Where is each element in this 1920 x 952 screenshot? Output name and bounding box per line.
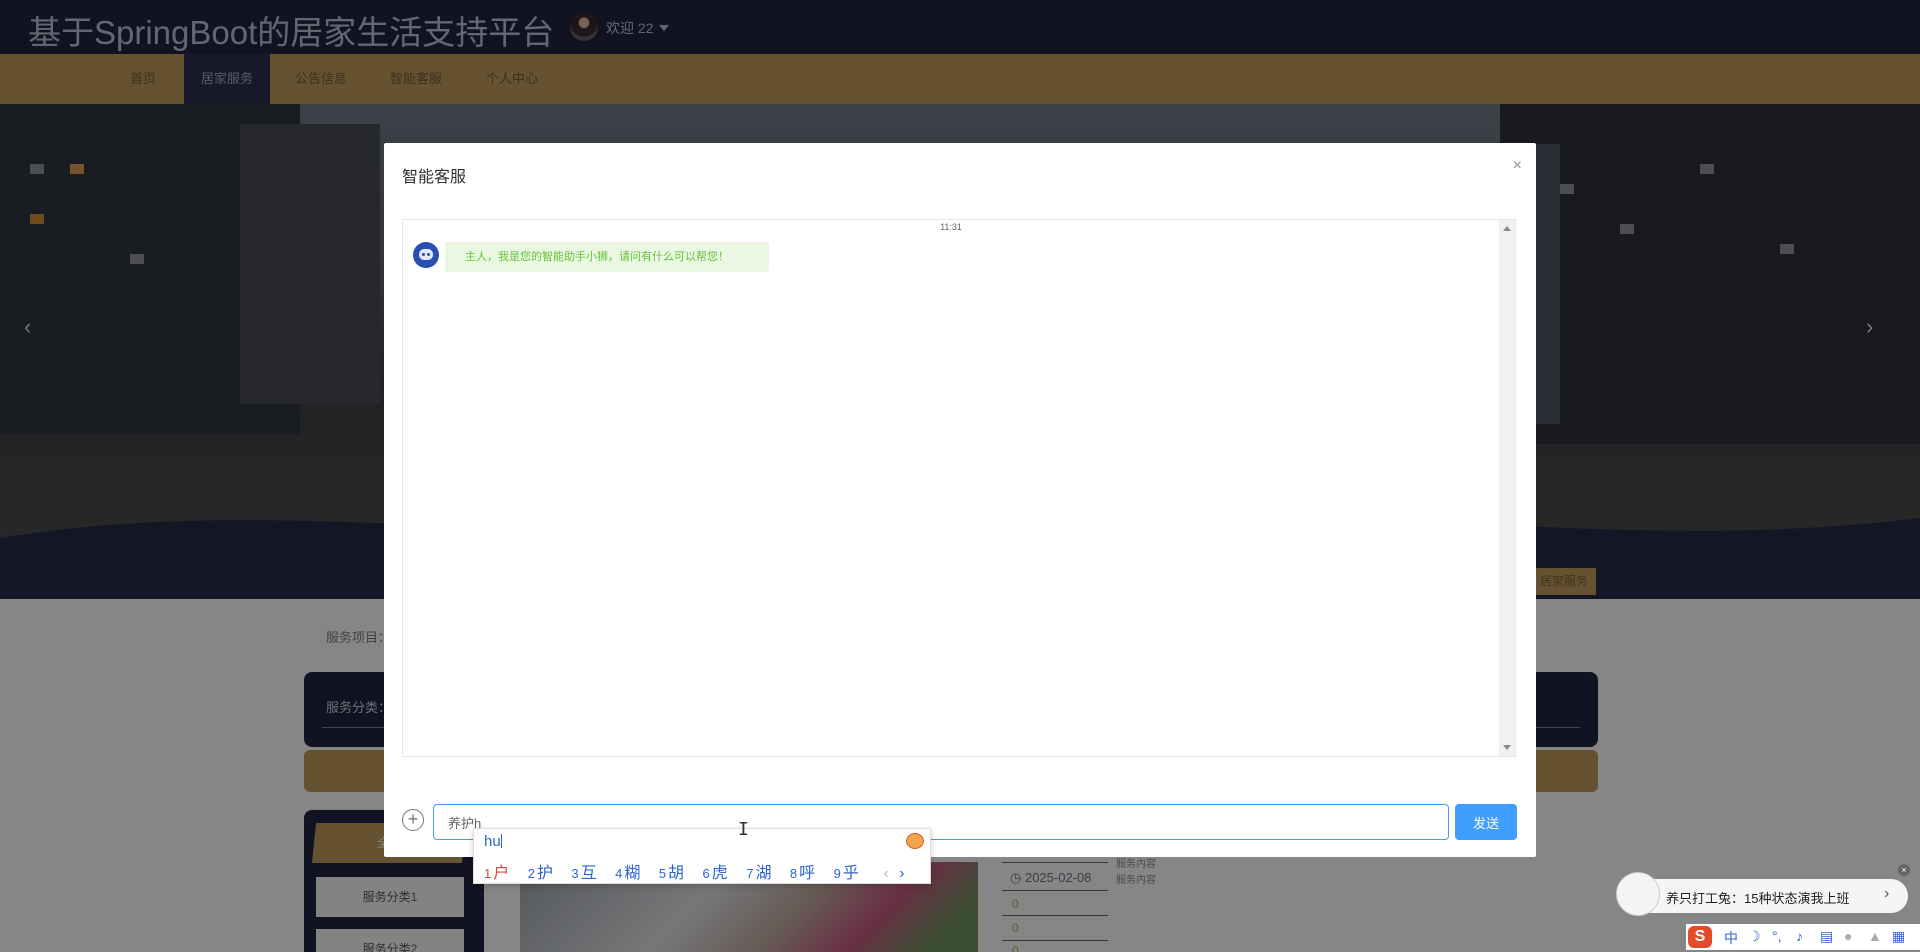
promo-text: 养只打工兔：15种状态演我上班 <box>1666 891 1850 906</box>
user-icon[interactable]: ● <box>1844 928 1852 944</box>
dialog-title: 智能客服 <box>402 169 467 186</box>
scrollbar[interactable] <box>1499 220 1515 756</box>
candidate-text: 呼 <box>799 865 816 882</box>
ime-composition-text: hu <box>484 833 501 850</box>
candidate-number: 9 <box>833 866 841 881</box>
grid-icon[interactable]: ▦ <box>1892 928 1905 945</box>
close-icon[interactable]: × <box>1513 157 1522 175</box>
ime-next-icon[interactable]: › <box>899 865 904 883</box>
ime-candidate[interactable]: 1户 <box>484 859 509 883</box>
ime-candidate[interactable]: 5胡 <box>659 859 684 883</box>
candidate-number: 6 <box>702 866 710 881</box>
ime-candidate[interactable]: 8呼 <box>790 859 815 883</box>
candidate-number: 7 <box>746 866 754 881</box>
ime-candidate[interactable]: 3互 <box>571 859 596 883</box>
moon-icon[interactable]: ☽ <box>1748 928 1761 945</box>
ime-candidate[interactable]: 9乎 <box>834 859 859 883</box>
microphone-icon[interactable]: ♪ <box>1796 928 1803 944</box>
ime-candidates: 1户 2护 3互 4糊 5胡 6虎 7湖 8呼 9乎 ‹ › <box>484 859 904 883</box>
message-time: 11:31 <box>940 222 962 232</box>
candidate-number: 4 <box>615 866 623 881</box>
candidate-number: 1 <box>484 866 492 881</box>
robot-eye <box>422 253 425 256</box>
candidate-text: 户 <box>493 865 510 882</box>
bot-avatar <box>413 242 439 268</box>
ime-candidate[interactable]: 7湖 <box>746 859 771 883</box>
candidate-text: 糊 <box>624 865 641 882</box>
send-button[interactable]: 发送 <box>1455 804 1517 840</box>
ime-skin-icon[interactable] <box>906 833 924 849</box>
ime-candidate[interactable]: 6虎 <box>703 859 728 883</box>
punctuation-icon[interactable]: °, <box>1772 928 1782 944</box>
chevron-right-icon[interactable]: › <box>1884 885 1889 903</box>
candidate-text: 胡 <box>668 865 685 882</box>
keyboard-icon[interactable]: ▤ <box>1820 928 1833 945</box>
ime-prev-icon[interactable]: ‹ <box>883 865 888 883</box>
candidate-text: 护 <box>536 865 553 882</box>
candidate-text: 互 <box>580 865 597 882</box>
scroll-up-icon[interactable] <box>1503 226 1511 231</box>
rabbit-mascot-icon <box>1616 872 1660 916</box>
ime-candidate[interactable]: 4糊 <box>615 859 640 883</box>
candidate-number: 2 <box>527 866 535 881</box>
shirt-icon[interactable]: ▲ <box>1868 928 1882 944</box>
robot-eye <box>427 253 430 256</box>
scroll-down-icon[interactable] <box>1503 745 1511 750</box>
chat-history[interactable]: 11:31 主人，我是您的智能助手小狮，请问有什么可以帮您！ <box>402 219 1516 757</box>
ime-candidate[interactable]: 2护 <box>528 859 553 883</box>
ime-language-toggle[interactable]: 中 <box>1724 928 1738 948</box>
sogou-logo-icon[interactable]: S <box>1688 926 1712 948</box>
ime-caret <box>500 834 502 848</box>
candidate-text: 虎 <box>711 865 728 882</box>
text-cursor-icon: I <box>738 819 749 840</box>
chat-dialog: 智能客服 × 11:31 主人，我是您的智能助手小狮，请问有什么可以帮您！ + … <box>384 143 1536 857</box>
candidate-text: 乎 <box>842 865 859 882</box>
close-icon[interactable]: × <box>1898 864 1910 876</box>
candidate-number: 5 <box>658 866 667 881</box>
bot-message: 主人，我是您的智能助手小狮，请问有什么可以帮您！ <box>445 242 769 272</box>
ime-candidate-popup: hu 1户 2护 3互 4糊 5胡 6虎 7湖 8呼 9乎 ‹ › <box>473 828 931 884</box>
add-attachment-icon[interactable]: + <box>402 809 424 831</box>
candidate-number: 8 <box>789 866 798 881</box>
ime-composition: hu <box>484 833 502 850</box>
candidate-number: 3 <box>571 866 579 881</box>
ime-toolbar: S 中 ☽ °, ♪ ▤ ● ▲ ▦ <box>1686 924 1920 950</box>
candidate-text: 湖 <box>755 865 772 882</box>
